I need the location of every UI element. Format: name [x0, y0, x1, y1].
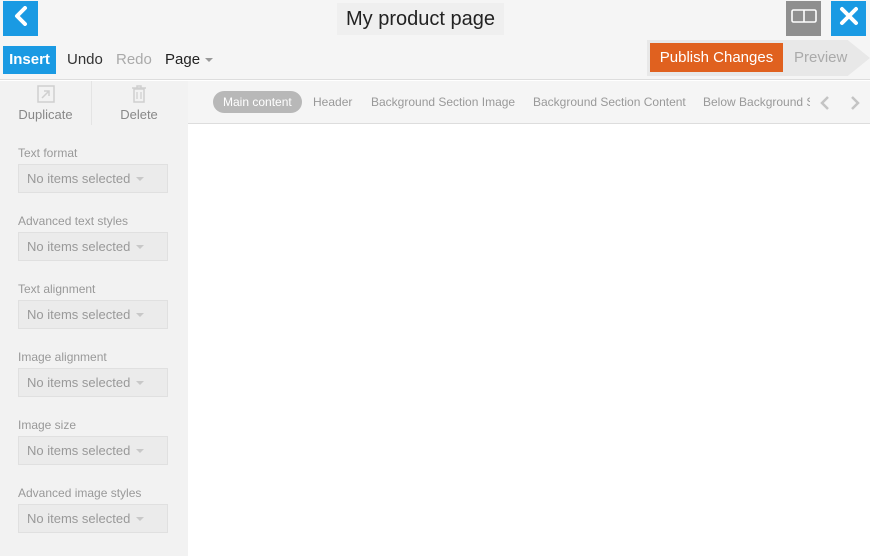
preview-button[interactable]: Preview [794, 43, 847, 72]
field-label: Image size [18, 418, 77, 432]
select-value: No items selected [27, 171, 131, 186]
image-size-select[interactable]: No items selected [18, 436, 168, 465]
tab-background-section-content[interactable]: Background Section Content [533, 91, 686, 113]
delete-label: Delete [120, 107, 158, 122]
trash-icon [131, 81, 147, 103]
split-view-icon [790, 9, 817, 28]
image-alignment-select[interactable]: No items selected [18, 368, 168, 397]
text-format-select[interactable]: No items selected [18, 164, 168, 193]
caret-down-icon [136, 516, 145, 521]
text-format-field: Text format No items selected [18, 145, 168, 193]
advanced-text-styles-field: Advanced text styles No items selected [18, 213, 168, 261]
chevron-left-icon [820, 95, 829, 110]
page-title[interactable]: My product page [337, 3, 504, 35]
chevron-left-icon [13, 6, 29, 31]
advanced-text-styles-select[interactable]: No items selected [18, 232, 168, 261]
chevron-right-icon [851, 95, 860, 110]
image-size-field: Image size No items selected [18, 417, 168, 465]
layout-toggle-button[interactable] [786, 1, 821, 36]
properties-sidebar: Duplicate Delete Text format No items se… [0, 81, 188, 556]
field-label: Advanced text styles [18, 214, 129, 228]
select-value: No items selected [27, 239, 131, 254]
top-toolbar: My product page Insert Undo Redo Page Pu… [0, 0, 870, 80]
scroll-right-button[interactable] [845, 93, 865, 113]
redo-button[interactable]: Redo [116, 46, 152, 74]
caret-down-icon [136, 244, 145, 249]
text-alignment-select[interactable]: No items selected [18, 300, 168, 329]
duplicate-icon [36, 81, 55, 103]
page-dropdown-label: Page [165, 51, 201, 68]
caret-down-icon [136, 312, 145, 317]
duplicate-button[interactable]: Duplicate [0, 81, 92, 125]
caret-down-icon [136, 380, 145, 385]
undo-button[interactable]: Undo [67, 46, 103, 74]
caret-down-icon [205, 58, 214, 62]
select-value: No items selected [27, 307, 131, 322]
field-label: Text format [18, 146, 78, 160]
publish-changes-button[interactable]: Publish Changes [650, 43, 783, 72]
field-label: Advanced image styles [18, 486, 142, 500]
field-label: Text alignment [18, 282, 96, 296]
tab-scroll-controls [810, 81, 870, 123]
duplicate-label: Duplicate [18, 107, 73, 122]
back-button[interactable] [3, 1, 38, 36]
tab-below-background-section[interactable]: Below Background Section [703, 91, 813, 113]
insert-button[interactable]: Insert [3, 46, 56, 74]
select-value: No items selected [27, 375, 131, 390]
tab-main-content[interactable]: Main content [213, 91, 302, 113]
close-button[interactable] [831, 1, 866, 36]
field-label: Image alignment [18, 350, 107, 364]
scroll-left-button[interactable] [815, 93, 835, 113]
caret-down-icon [136, 176, 145, 181]
section-tabs: Main content Header Background Section I… [188, 81, 870, 124]
page-dropdown[interactable]: Page [165, 46, 214, 74]
select-value: No items selected [27, 443, 131, 458]
select-value: No items selected [27, 511, 131, 526]
tab-background-section-image[interactable]: Background Section Image [371, 91, 515, 113]
tab-header[interactable]: Header [313, 91, 352, 113]
close-icon [839, 6, 859, 31]
page-canvas[interactable] [188, 125, 870, 556]
advanced-image-styles-field: Advanced image styles No items selected [18, 485, 168, 533]
text-alignment-field: Text alignment No items selected [18, 281, 168, 329]
advanced-image-styles-select[interactable]: No items selected [18, 504, 168, 533]
caret-down-icon [136, 448, 145, 453]
delete-button[interactable]: Delete [93, 81, 185, 125]
image-alignment-field: Image alignment No items selected [18, 349, 168, 397]
